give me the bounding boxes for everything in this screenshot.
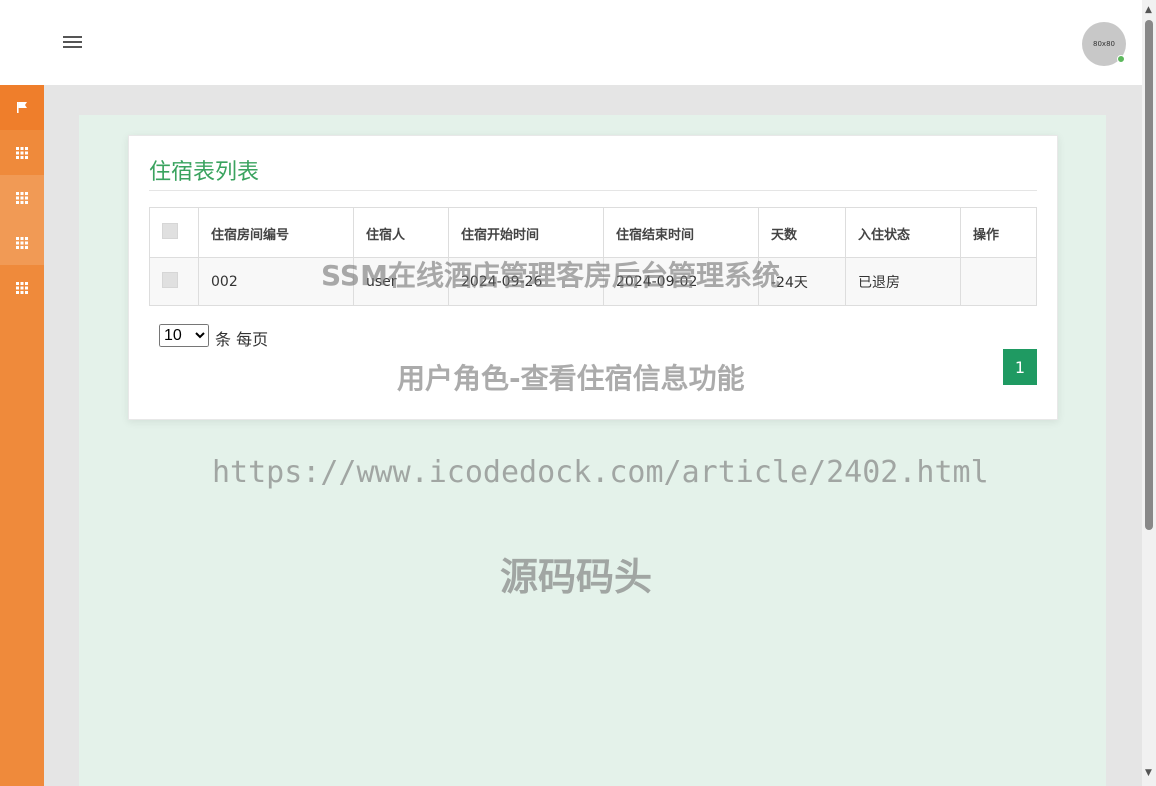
- vertical-scrollbar[interactable]: ▲ ▼: [1142, 0, 1156, 786]
- grid-icon: [16, 191, 28, 204]
- avatar-placeholder-text: 80x80: [1093, 40, 1115, 48]
- col-header-days: 天数: [758, 207, 846, 258]
- grid-icon: [16, 281, 28, 294]
- row-select-cell: [149, 257, 199, 306]
- grid-icon: [16, 236, 28, 249]
- sidebar-item-2[interactable]: [0, 175, 44, 220]
- row-checkbox[interactable]: [162, 271, 178, 288]
- sidebar-item-4[interactable]: [0, 265, 44, 310]
- sidebar-item-home[interactable]: [0, 85, 44, 130]
- page-title: 住宿表列表: [149, 160, 260, 185]
- title-divider: [149, 190, 1037, 191]
- page-button-1[interactable]: 1: [1003, 349, 1037, 385]
- watermark-system-name: SSM在线酒店管理客房后台管理系统: [321, 259, 780, 292]
- col-header-room: 住宿房间编号: [198, 207, 354, 258]
- scroll-up-arrow-icon[interactable]: ▲: [1145, 5, 1152, 15]
- watermark-feature: 用户角色-查看住宿信息功能: [397, 362, 745, 395]
- col-header-end: 住宿结束时间: [603, 207, 759, 258]
- watermark-brand: 源码码头: [500, 555, 653, 599]
- col-header-status: 入住状态: [845, 207, 961, 258]
- cell-action: [960, 257, 1037, 306]
- top-header: 80x80: [0, 0, 1142, 85]
- table-header-row: 住宿房间编号 住宿人 住宿开始时间 住宿结束时间 天数 入住状态 操作: [149, 207, 1037, 258]
- col-header-start: 住宿开始时间: [448, 207, 604, 258]
- page-size-select[interactable]: 10: [159, 324, 209, 347]
- sidebar-item-3[interactable]: [0, 220, 44, 265]
- sidebar-item-1[interactable]: [0, 130, 44, 175]
- scroll-thumb[interactable]: [1145, 20, 1153, 530]
- cell-status: 已退房: [845, 257, 961, 306]
- select-all-checkbox[interactable]: [162, 223, 178, 239]
- col-header-action: 操作: [960, 207, 1037, 258]
- grid-icon: [16, 146, 28, 159]
- online-status-dot: [1117, 55, 1125, 63]
- scroll-down-arrow-icon[interactable]: ▼: [1145, 768, 1152, 778]
- select-all-cell: [149, 207, 199, 258]
- flag-icon: [17, 102, 27, 113]
- watermark-url: https://www.icodedock.com/article/2402.h…: [212, 455, 989, 490]
- page-size-label: 条 每页: [215, 330, 269, 349]
- sidebar: [0, 85, 44, 786]
- col-header-guest: 住宿人: [353, 207, 449, 258]
- menu-toggle-icon[interactable]: [63, 36, 82, 50]
